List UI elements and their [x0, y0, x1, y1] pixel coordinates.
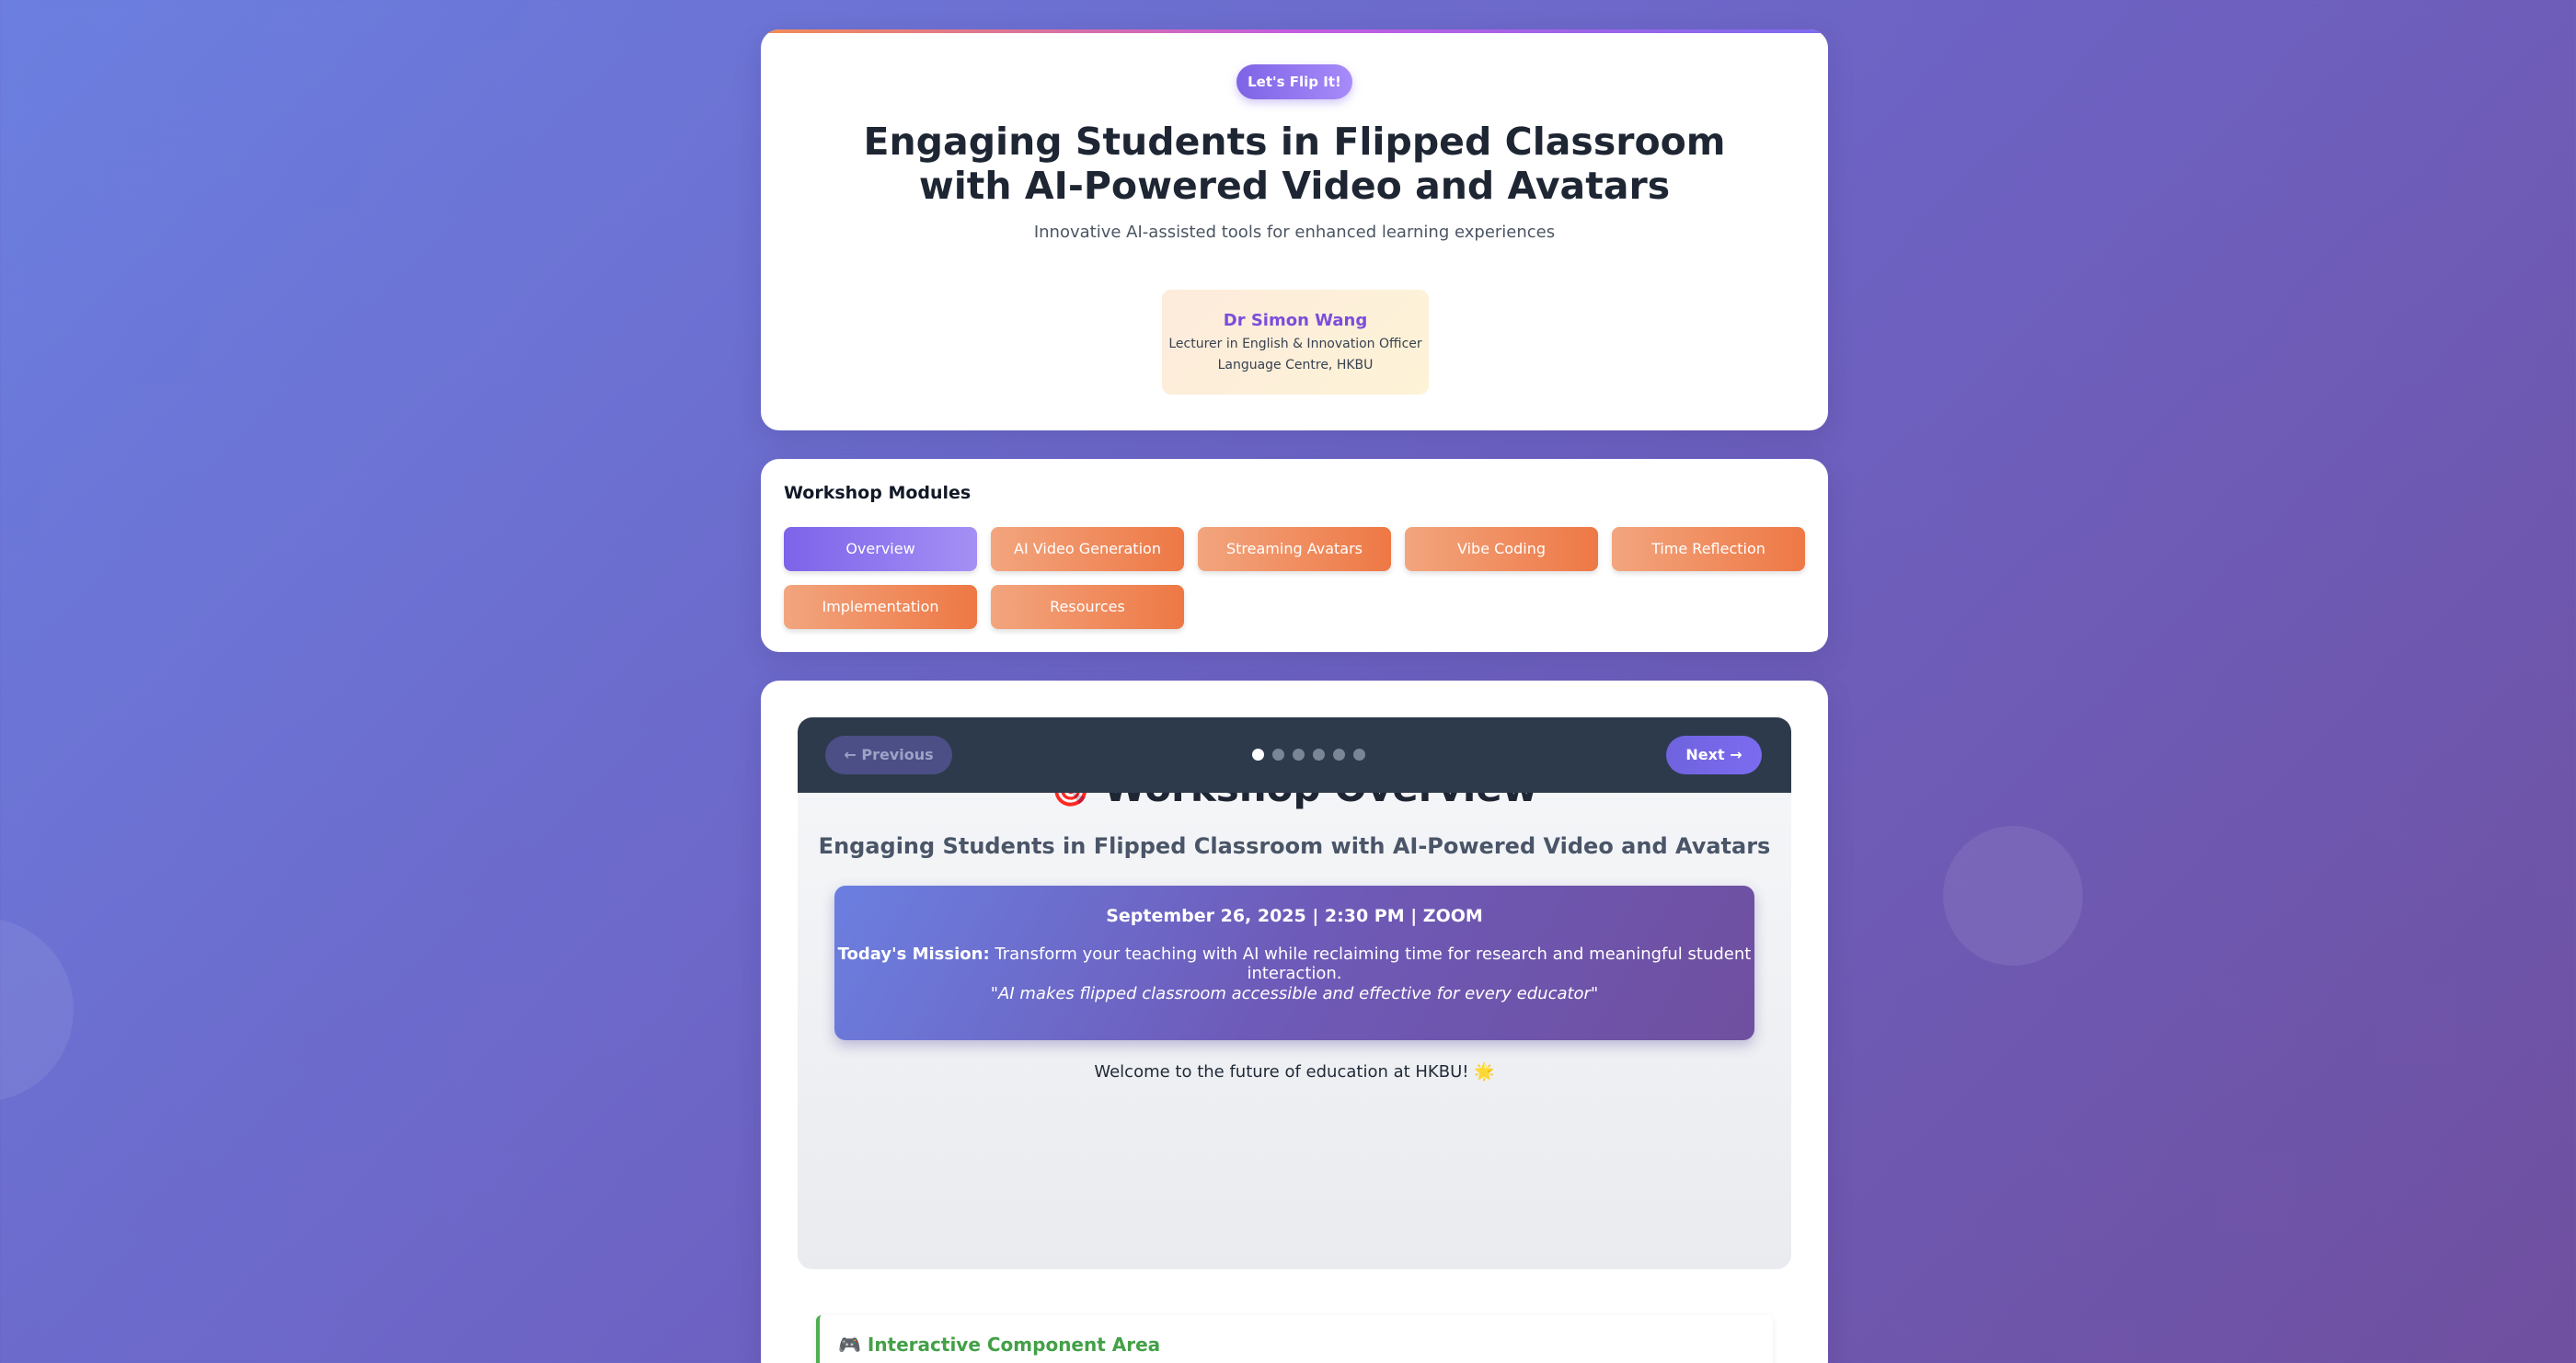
mission-box: September 26, 2025 | 2:30 PM | ZOOM Toda… [834, 886, 1754, 1040]
mission-label: Today's Mission: [837, 945, 990, 964]
module-button-streaming-avatars[interactable]: Streaming Avatars [1198, 527, 1391, 571]
mission-statement: Today's Mission: Transform your teaching… [834, 945, 1754, 983]
slide-dot-2[interactable] [1272, 749, 1284, 761]
slide-dot-6[interactable] [1353, 749, 1365, 761]
workshop-modules-card: Workshop Modules Overview AI Video Gener… [761, 459, 1828, 652]
decorative-circle-left [0, 918, 74, 1102]
module-button-overview[interactable]: Overview [784, 527, 977, 571]
page-title: Engaging Students in Flipped Classroom w… [863, 120, 1726, 208]
slide-subheading: Engaging Students in Flipped Classroom w… [818, 833, 1771, 859]
game-controller-icon: 🎮 [838, 1334, 861, 1356]
welcome-text: Welcome to the future of education at HK… [1094, 1062, 1495, 1082]
slide-dot-4[interactable] [1313, 749, 1325, 761]
module-button-implementation[interactable]: Implementation [784, 585, 977, 629]
slide-dot-1[interactable] [1252, 749, 1264, 761]
interactive-component-area: 🎮 Interactive Component Area [816, 1315, 1773, 1363]
slide-viewer: 🎯 Workshop Overview Engaging Students in… [798, 717, 1791, 1269]
slide-navigation-bar: ← Previous Next → [798, 717, 1791, 793]
next-button[interactable]: Next → [1666, 736, 1762, 774]
interactive-area-title-text: Interactive Component Area [867, 1334, 1161, 1356]
page-subtitle: Innovative AI-assisted tools for enhance… [1033, 223, 1556, 242]
module-button-resources[interactable]: Resources [991, 585, 1184, 629]
module-button-time-reflection[interactable]: Time Reflection [1612, 527, 1805, 571]
modules-heading: Workshop Modules [784, 483, 972, 503]
header-card: Let's Flip It! Engaging Students in Flip… [761, 29, 1828, 430]
slide-dot-3[interactable] [1293, 749, 1305, 761]
presenter-name: Dr Simon Wang [1223, 311, 1368, 330]
previous-button[interactable]: ← Previous [825, 736, 952, 774]
content-card: 🎯 Workshop Overview Engaging Students in… [761, 681, 1828, 1363]
event-date-line: September 26, 2025 | 2:30 PM | ZOOM [1106, 906, 1483, 926]
slide-dot-5[interactable] [1333, 749, 1345, 761]
mission-quote: "AI makes flipped classroom accessible a… [990, 984, 1599, 1003]
module-button-vibe-coding[interactable]: Vibe Coding [1405, 527, 1598, 571]
presenter-card: Dr Simon Wang Lecturer in English & Inno… [1162, 290, 1429, 395]
decorative-circle-right [1943, 826, 2083, 966]
module-button-ai-video-generation[interactable]: AI Video Generation [991, 527, 1184, 571]
slide-content[interactable]: 🎯 Workshop Overview Engaging Students in… [798, 717, 1791, 1269]
mission-text: Transform your teaching with AI while re… [989, 945, 1752, 983]
presenter-affiliation: Language Centre, HKBU [1217, 358, 1374, 372]
presenter-role: Lecturer in English & Innovation Officer [1168, 337, 1422, 351]
flip-badge: Let's Flip It! [1236, 64, 1352, 99]
interactive-area-title: 🎮 Interactive Component Area [838, 1334, 1160, 1356]
